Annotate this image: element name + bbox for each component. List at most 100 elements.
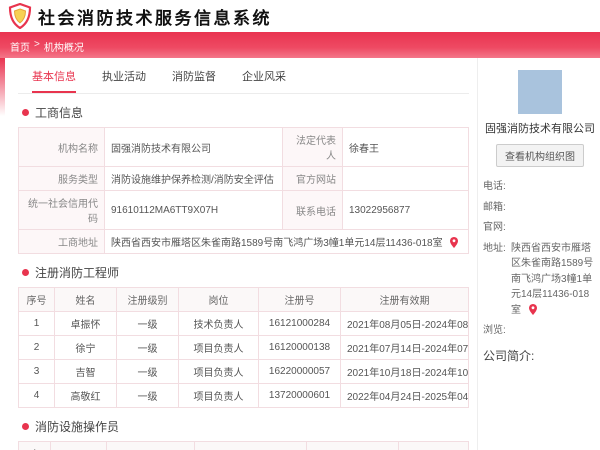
address-text: 陕西省西安市雁塔区朱雀南路1589号南飞鸿广场3幢1单元14层11436-018… (511, 242, 594, 316)
business-info-section-title: 工商信息 (22, 104, 469, 121)
field-label: 浏览: (483, 325, 506, 337)
column-header: 注册级别 (116, 287, 179, 312)
table-cell: 4 (18, 383, 55, 408)
field-label: 联系电话 (282, 190, 343, 230)
table-cell: 2021年08月05日-2024年08月05日 (340, 311, 469, 336)
field-value: 固强消防技术有限公司 (104, 127, 283, 167)
field-value: 13022956877 (342, 190, 469, 230)
breadcrumb-current: 机构概况 (43, 43, 84, 54)
table-row: 2 徐宁 一级 项目负责人 16120000138 2021年07月14日-2024年07… (18, 335, 469, 360)
table-row: 工商地址 陕西省西安市雁塔区朱雀南路1589号南飞鸿广场3幢1单元14层1143… (18, 229, 469, 254)
field-label: 工商地址 (18, 229, 105, 254)
field-value (511, 200, 597, 216)
table-row: 统一社会信用代码 91610112MA6TT9X07H 联系电话 1302295… (18, 190, 469, 230)
table-cell: 3 (18, 359, 55, 384)
table-cell: 16121000284 (258, 311, 341, 336)
company-intro-label: 公司简介: (483, 348, 535, 363)
table-cell: 一级 (116, 383, 179, 408)
table-cell: 徐宁 (54, 335, 117, 360)
sidebar-field-website: 官网: (483, 220, 597, 236)
company-sidebar: 固强消防技术有限公司 查看机构组织图 电话: 邮箱: 官网: 地址: 陕西省西安… (483, 62, 597, 364)
field-value (342, 166, 469, 191)
field-value (511, 323, 597, 339)
view-org-chart-button[interactable]: 查看机构组织图 (496, 144, 584, 168)
sidebar-company-name: 固强消防技术有限公司 (485, 123, 595, 135)
app-header: 社会消防技术服务信息系统 (0, 0, 600, 32)
section-label: 消防设施操作员 (35, 420, 120, 434)
tab-bar: 基本信息 执业活动 消防监督 企业风采 (18, 58, 469, 94)
breadcrumb-band: 首页 > 机构概况 (0, 32, 600, 58)
table-row: 服务类型 消防设施维护保养检测/消防安全评估 官方网站 (18, 166, 469, 191)
breadcrumb-separator: > (34, 39, 40, 50)
table-row: 3 吉智 一级 项目负责人 16220000057 2021年10月18日-2024年10… (18, 359, 469, 384)
red-dot-icon (22, 109, 29, 116)
sidebar-field-email: 邮箱: (483, 200, 597, 216)
shield-logo-icon (8, 3, 32, 29)
tab-company-showcase[interactable]: 企业风采 (242, 68, 286, 93)
sidebar-field-views: 浏览: (483, 323, 597, 339)
column-header: 注册有效期 (340, 287, 469, 312)
app-title: 社会消防技术服务信息系统 (38, 8, 272, 29)
table-header-row: 序号 姓名 注册级别 岗位 注册号 注册有效期 (18, 287, 469, 312)
engineers-section-title: 注册消防工程师 (22, 264, 469, 281)
tab-basic-info[interactable]: 基本信息 (32, 68, 76, 93)
field-value (511, 220, 597, 236)
table-cell: 卓振怀 (54, 311, 117, 336)
table-cell: 2022年04月24日-2025年04月24日 (340, 383, 469, 408)
field-value: 徐春王 (342, 127, 469, 167)
engineers-table: 序号 姓名 注册级别 岗位 注册号 注册有效期 1 卓振怀 一级 技术负责人 16121000284… (18, 287, 469, 408)
table-cell: 高敬红 (54, 383, 117, 408)
breadcrumb: 首页 > 机构概况 (10, 39, 84, 54)
business-address: 陕西省西安市雁塔区朱雀南路1589号南飞鸿广场3幢1单元14层11436-018… (111, 238, 443, 249)
table-cell: 13720000601 (258, 383, 341, 408)
company-logo-placeholder (518, 70, 562, 114)
field-label: 官方网站 (282, 166, 343, 191)
tab-practice-activity[interactable]: 执业活动 (102, 68, 146, 93)
column-header: 职业资格证书 (106, 441, 195, 450)
column-header: 序号 (18, 287, 55, 312)
red-dot-icon (22, 269, 29, 276)
table-cell: 1 (18, 311, 55, 336)
field-label: 法定代表人 (282, 127, 343, 167)
table-cell: 2021年07月14日-2024年07月14日 (340, 335, 469, 360)
table-row: 1 卓振怀 一级 技术负责人 16121000284 2021年08月05日-2024年0… (18, 311, 469, 336)
operators-table: 序号姓名职业资格证书证书编号职业资格创建日期1戴文强四级/中级技能1936003… (18, 441, 469, 450)
column-header: 姓名 (50, 441, 107, 450)
column-header: 注册号 (258, 287, 341, 312)
table-cell: 一级 (116, 311, 179, 336)
field-label: 电话: (483, 181, 506, 193)
field-label: 统一社会信用代码 (18, 190, 105, 230)
field-value: 陕西省西安市雁塔区朱雀南路1589号南飞鸿广场3幢1单元14层11436-018… (104, 229, 469, 254)
field-value (511, 179, 597, 195)
table-cell: 16220000057 (258, 359, 341, 384)
column-header: 序号 (18, 441, 51, 450)
main-content: 基本信息 执业活动 消防监督 企业风采 工商信息 机构名称 固强消防技术有限公司… (10, 58, 478, 450)
field-value: 91610112MA6TT9X07H (104, 190, 283, 230)
field-label: 官网: (483, 222, 506, 234)
operators-section-title: 消防设施操作员 (22, 418, 469, 435)
left-accent-strip (0, 58, 5, 116)
table-cell: 技术负责人 (178, 311, 259, 336)
field-label: 机构名称 (18, 127, 105, 167)
sidebar-field-phone: 电话: (483, 179, 597, 195)
table-cell: 项目负责人 (178, 383, 259, 408)
breadcrumb-home-link[interactable]: 首页 (10, 39, 30, 54)
table-row: 4 高敬红 一级 项目负责人 13720000601 2022年04月24日-2025年0… (18, 383, 469, 408)
table-cell: 吉智 (54, 359, 117, 384)
table-cell: 一级 (116, 335, 179, 360)
table-cell: 项目负责人 (178, 359, 259, 384)
table-cell: 16120000138 (258, 335, 341, 360)
table-row: 机构名称 固强消防技术有限公司 法定代表人 徐春王 (18, 127, 469, 167)
tab-fire-supervision[interactable]: 消防监督 (172, 68, 216, 93)
section-label: 工商信息 (35, 106, 84, 120)
table-header-row: 序号姓名职业资格证书证书编号职业资格创建日期 (18, 441, 469, 450)
field-value: 消防设施维护保养检测/消防安全评估 (104, 166, 283, 191)
location-pin-icon[interactable] (528, 303, 537, 315)
field-label: 服务类型 (18, 166, 105, 191)
table-cell: 一级 (116, 359, 179, 384)
business-info-table: 机构名称 固强消防技术有限公司 法定代表人 徐春王 服务类型 消防设施维护保养检… (18, 127, 469, 254)
table-cell: 2 (18, 335, 55, 360)
sidebar-address: 陕西省西安市雁塔区朱雀南路1589号南飞鸿广场3幢1单元14层11436-018… (511, 241, 597, 319)
column-header: 创建日期 (398, 441, 469, 450)
location-pin-icon[interactable] (450, 237, 459, 248)
